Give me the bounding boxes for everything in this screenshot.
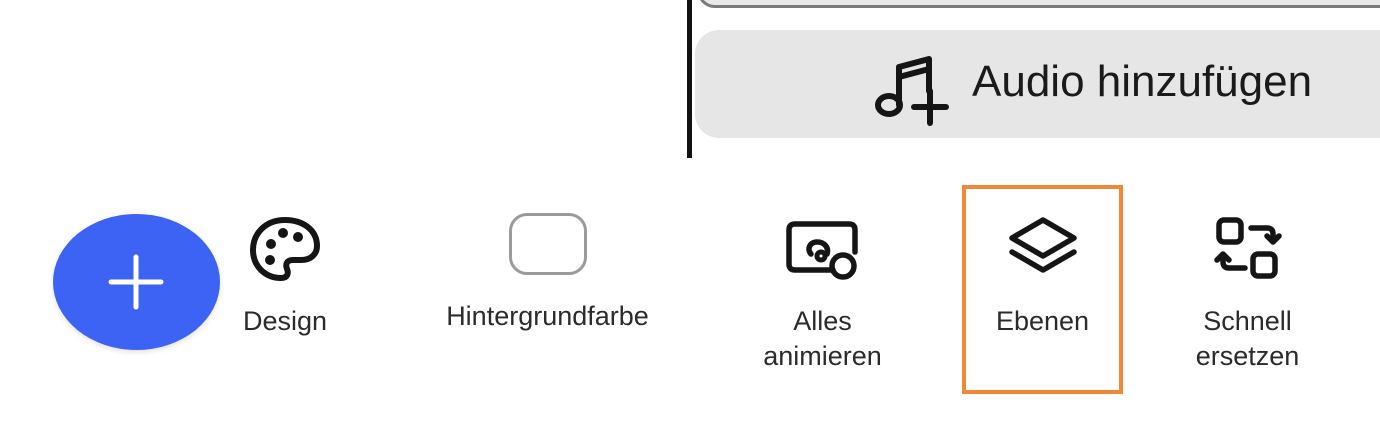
plus-icon	[108, 254, 164, 310]
toolbar-item-background-color[interactable]: Hintergrundfarbe	[410, 210, 685, 334]
toolbar-item-design[interactable]: Design	[225, 210, 345, 339]
add-audio-button[interactable]: Audio hinzufügen	[695, 30, 1380, 138]
palette-icon	[225, 210, 345, 293]
toolbar-item-quick-replace[interactable]: Schnell ersetzen	[1165, 210, 1330, 374]
animate-all-icon	[735, 210, 910, 293]
toolbar-item-animate-all[interactable]: Alles animieren	[735, 210, 910, 374]
color-swatch-icon	[410, 213, 685, 275]
toolbar-item-layers[interactable]: Ebenen	[965, 210, 1120, 339]
add-element-button[interactable]	[53, 214, 220, 350]
toolbar-item-label: Ebenen	[995, 306, 1090, 336]
timeline-clip-track[interactable]	[697, 0, 1380, 8]
add-audio-label: Audio hinzufügen	[972, 57, 1313, 106]
toolbar-item-label: Design	[242, 306, 328, 336]
quick-replace-icon	[1165, 210, 1330, 293]
toolbar-item-label: Alles animieren	[763, 306, 882, 371]
toolbar-item-label: Hintergrundfarbe	[446, 301, 649, 331]
toolbar-item-label: Schnell ersetzen	[1195, 306, 1300, 371]
editor-screen: Audio hinzufügen Design Hintergrundfarbe	[0, 0, 1380, 447]
playhead-divider	[687, 0, 692, 158]
music-note-plus-icon	[869, 47, 955, 133]
layers-icon	[965, 210, 1120, 293]
